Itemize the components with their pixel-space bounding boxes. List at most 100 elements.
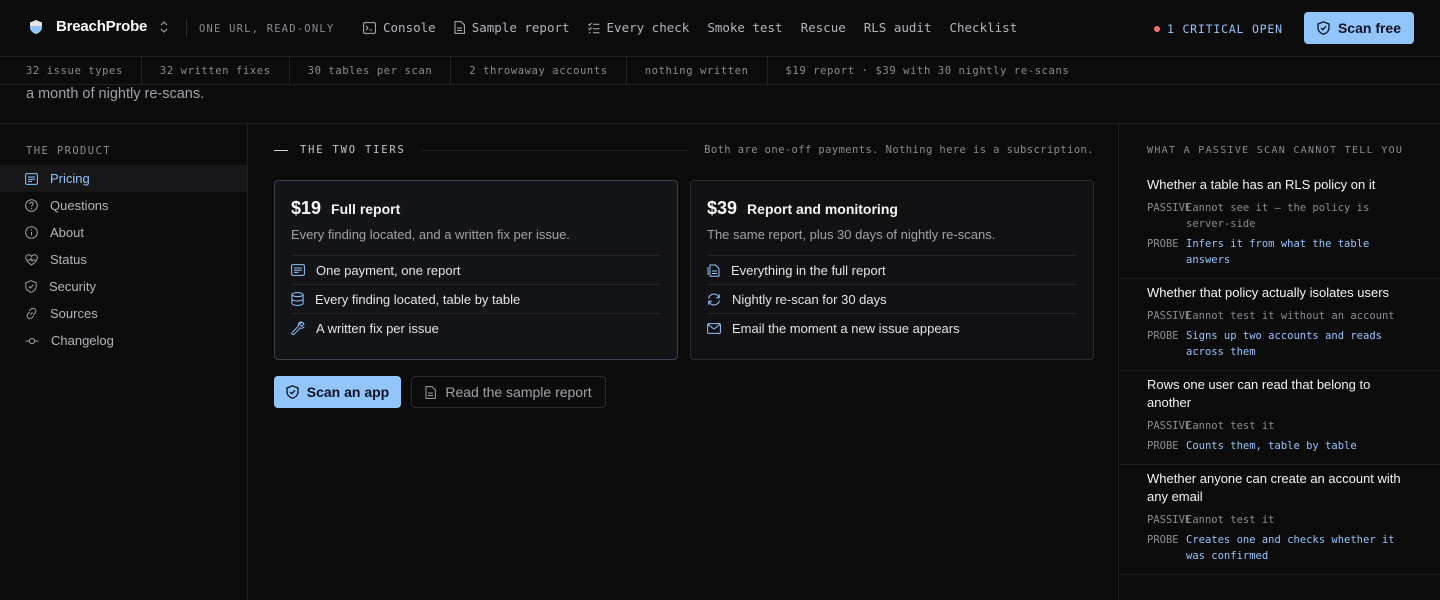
sidebar-item-status[interactable]: Status bbox=[0, 246, 247, 273]
refresh-icon bbox=[708, 292, 720, 306]
passive-tag: PASSIVE bbox=[1147, 514, 1192, 526]
section-note: Both are one-off payments. Nothing here … bbox=[704, 144, 1094, 156]
probe-row: PROBE Counts them, table by table bbox=[1147, 438, 1413, 454]
sidebar-item-label: Questions bbox=[50, 198, 109, 213]
nav-console[interactable]: Console bbox=[363, 20, 436, 35]
shield-check-icon bbox=[286, 385, 299, 399]
probe-text: Infers it from what the table answers bbox=[1186, 238, 1370, 266]
nav-label: RLS audit bbox=[863, 20, 932, 35]
probe-tag: PROBE bbox=[1147, 330, 1179, 342]
link-icon bbox=[26, 307, 37, 320]
feature-label: Nightly re-scan for 30 days bbox=[732, 291, 887, 307]
feature-label: A written fix per issue bbox=[316, 320, 439, 336]
limit-item: Whether that policy actually isolates us… bbox=[1119, 279, 1440, 371]
feature-row: Everything in the full report bbox=[707, 255, 1077, 284]
card-price: $39 bbox=[707, 198, 738, 218]
sidebar-item-label: Pricing bbox=[50, 171, 90, 186]
passive-tag: PASSIVE bbox=[1147, 310, 1192, 322]
card-features: One payment, one report Every finding lo… bbox=[291, 255, 661, 342]
scan-an-app-button[interactable]: Scan an app bbox=[274, 376, 401, 408]
probe-tag: PROBE bbox=[1147, 238, 1179, 250]
nav-label: Rescue bbox=[800, 20, 846, 35]
nav-smoke-test[interactable]: Smoke test bbox=[707, 20, 782, 35]
button-label: Read the sample report bbox=[445, 384, 592, 400]
probe-text: Counts them, table by table bbox=[1186, 440, 1357, 452]
question-icon bbox=[25, 199, 38, 212]
sidebar: THE PRODUCT Pricing Questions About Stat… bbox=[0, 124, 248, 600]
document-icon bbox=[454, 21, 465, 34]
limit-item: Whether anyone can create an account wit… bbox=[1119, 465, 1440, 575]
passive-scan-limits-panel: WHAT A PASSIVE SCAN CANNOT TELL YOU Whet… bbox=[1118, 124, 1440, 600]
feature-label: Everything in the full report bbox=[731, 262, 886, 278]
nav-rescue[interactable]: Rescue bbox=[801, 20, 846, 35]
panel-heading: WHAT A PASSIVE SCAN CANNOT TELL YOU bbox=[1147, 145, 1404, 156]
passive-text: Cannot test it without an account bbox=[1186, 310, 1395, 322]
top-bar: BreachProbe ONE URL, READ-ONLY Console S… bbox=[0, 0, 1440, 57]
passive-text: Cannot test it bbox=[1186, 514, 1275, 526]
nav-checklist[interactable]: Checklist bbox=[949, 20, 1017, 35]
files-icon bbox=[707, 264, 720, 277]
sidebar-item-about[interactable]: About bbox=[0, 219, 247, 246]
nav-sample-report[interactable]: Sample report bbox=[454, 20, 570, 35]
brand[interactable]: BreachProbe bbox=[28, 18, 169, 35]
probe-row: PROBE Signs up two accounts and reads acr… bbox=[1147, 328, 1413, 360]
feature-row: Nightly re-scan for 30 days bbox=[707, 284, 1077, 313]
probe-row: PROBE Creates one and checks whether it w… bbox=[1147, 532, 1413, 564]
heart-pulse-icon bbox=[25, 253, 38, 266]
passive-row: PASSIVE Cannot test it bbox=[1147, 512, 1413, 528]
nav-rls-audit[interactable]: RLS audit bbox=[864, 20, 932, 35]
sidebar-item-sources[interactable]: Sources bbox=[0, 300, 247, 327]
nav-every-check[interactable]: Every check bbox=[587, 20, 690, 35]
passive-row: PASSIVE Cannot test it without an account bbox=[1147, 308, 1413, 324]
receipt-icon bbox=[25, 172, 38, 185]
stat-item: nothing written bbox=[627, 56, 768, 85]
limit-question: Whether anyone can create an account wit… bbox=[1147, 471, 1401, 504]
feature-row: A written fix per issue bbox=[291, 313, 661, 342]
card-name: Full report bbox=[331, 201, 401, 217]
chevron-up-down-icon[interactable] bbox=[159, 20, 169, 34]
button-label: Scan an app bbox=[306, 384, 390, 400]
tier-card-monitoring[interactable]: $39 Report and monitoring The same repor… bbox=[690, 180, 1094, 360]
stat-item: 32 issue types bbox=[0, 56, 142, 85]
nav-label: Checklist bbox=[949, 20, 1018, 35]
feature-label: One payment, one report bbox=[316, 262, 461, 278]
read-sample-report-button[interactable]: Read the sample report bbox=[411, 376, 606, 408]
shield-logo-icon bbox=[28, 19, 44, 35]
scan-free-button[interactable]: Scan free bbox=[1304, 12, 1414, 44]
passive-row: PASSIVE Cannot see it — the policy is ser… bbox=[1147, 200, 1413, 232]
card-description: Every finding located, and a written fix… bbox=[291, 227, 570, 242]
sidebar-item-label: Sources bbox=[50, 306, 98, 321]
mail-icon bbox=[707, 322, 721, 334]
sidebar-item-pricing[interactable]: Pricing bbox=[0, 165, 247, 192]
card-description: The same report, plus 30 days of nightly… bbox=[707, 227, 996, 242]
stats-strip: 32 issue types 32 written fixes 30 table… bbox=[0, 56, 1440, 85]
wrench-icon bbox=[291, 321, 305, 335]
passive-tag: PASSIVE bbox=[1147, 202, 1192, 214]
stat-item: 2 throwaway accounts bbox=[451, 56, 627, 85]
tier-card-full-report[interactable]: $19 Full report Every finding located, a… bbox=[274, 180, 678, 360]
section-header: THE TWO TIERS Both are one-off payments.… bbox=[274, 143, 1094, 157]
card-price: $19 bbox=[291, 198, 322, 218]
nav-label: Smoke test bbox=[707, 20, 783, 35]
tagline: ONE URL, READ-ONLY bbox=[199, 23, 335, 35]
sidebar-item-questions[interactable]: Questions bbox=[0, 192, 247, 219]
nav-label: Sample report bbox=[471, 20, 570, 35]
probe-text: Signs up two accounts and reads across t… bbox=[1186, 330, 1382, 358]
main-layout: THE PRODUCT Pricing Questions About Stat… bbox=[0, 123, 1440, 600]
limit-item: Rows one user can read that belong to an… bbox=[1119, 371, 1440, 465]
card-title: $19 Full report bbox=[291, 198, 661, 219]
main-nav: Console Sample report Every check Smoke … bbox=[363, 20, 1035, 35]
nav-label: Every check bbox=[606, 20, 690, 35]
sidebar-item-changelog[interactable]: Changelog bbox=[0, 327, 247, 354]
critical-status[interactable]: 1 CRITICAL OPEN bbox=[1154, 22, 1283, 36]
sidebar-item-security[interactable]: Security bbox=[0, 273, 247, 300]
sidebar-item-label: Security bbox=[49, 279, 96, 294]
limits-list: Whether a table has an RLS policy on it … bbox=[1119, 171, 1440, 575]
checklist-icon bbox=[587, 22, 600, 33]
probe-text: Creates one and checks whether it was co… bbox=[1186, 534, 1395, 562]
feature-row: Every finding located, table by table bbox=[291, 284, 661, 313]
probe-tag: PROBE bbox=[1147, 534, 1179, 546]
stat-item: 32 written fixes bbox=[142, 56, 290, 85]
pricing-section: THE TWO TIERS Both are one-off payments.… bbox=[248, 124, 1118, 600]
critical-label: 1 CRITICAL OPEN bbox=[1167, 22, 1283, 36]
